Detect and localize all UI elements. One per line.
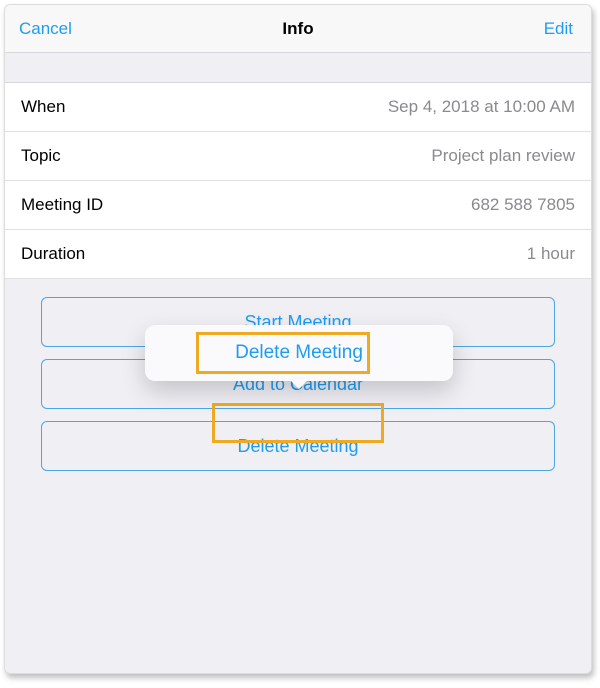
row-topic: Topic Project plan review [5, 132, 591, 181]
meeting-id-label: Meeting ID [21, 195, 103, 215]
popover-arrow-icon [289, 379, 309, 389]
page-title: Info [282, 19, 313, 39]
duration-value: 1 hour [527, 244, 575, 264]
topic-value: Project plan review [431, 146, 575, 166]
delete-meeting-button[interactable]: Delete Meeting [41, 421, 555, 471]
row-when: When Sep 4, 2018 at 10:00 AM [5, 83, 591, 132]
topic-label: Topic [21, 146, 61, 166]
meeting-id-value: 682 588 7805 [471, 195, 575, 215]
edit-button[interactable]: Edit [544, 19, 573, 39]
row-duration: Duration 1 hour [5, 230, 591, 279]
delete-popover[interactable]: Delete Meeting [145, 325, 453, 381]
row-meeting-id: Meeting ID 682 588 7805 [5, 181, 591, 230]
when-value: Sep 4, 2018 at 10:00 AM [388, 97, 575, 117]
delete-meeting-label: Delete Meeting [237, 436, 358, 457]
cancel-button[interactable]: Cancel [19, 19, 72, 39]
section-spacer [5, 53, 591, 83]
when-label: When [21, 97, 65, 117]
info-panel: Cancel Info Edit When Sep 4, 2018 at 10:… [4, 4, 592, 674]
delete-popover-label: Delete Meeting [235, 342, 363, 364]
header-bar: Cancel Info Edit [5, 5, 591, 53]
details-list: When Sep 4, 2018 at 10:00 AM Topic Proje… [5, 83, 591, 279]
duration-label: Duration [21, 244, 85, 264]
